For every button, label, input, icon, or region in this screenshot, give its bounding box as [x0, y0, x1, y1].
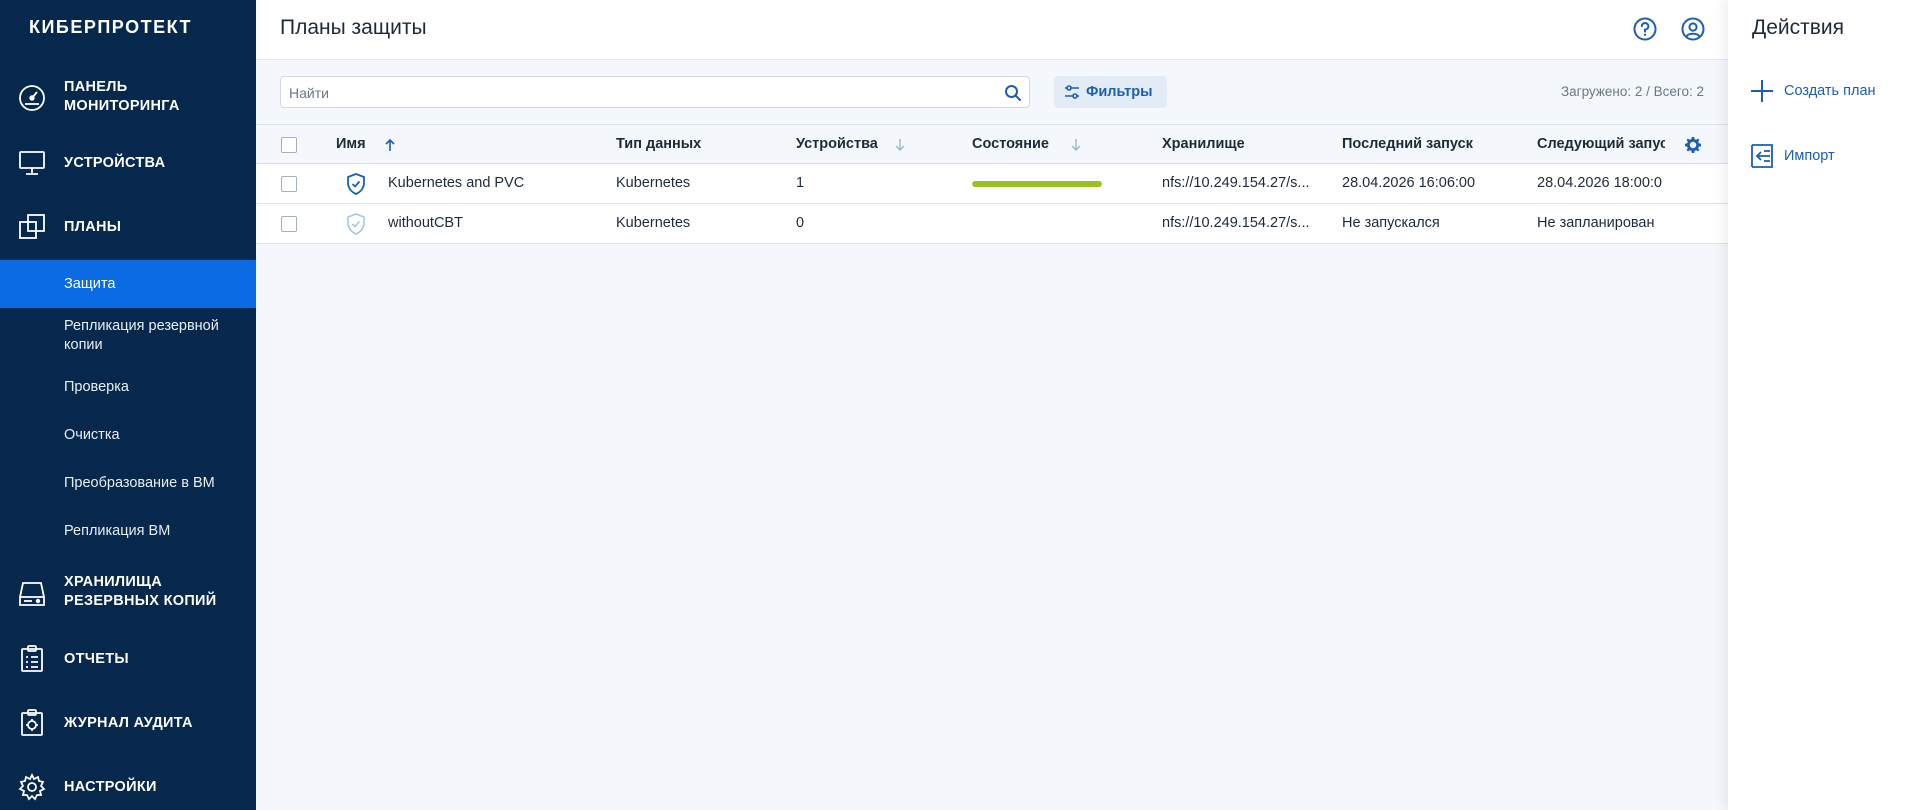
sort-asc-icon[interactable]	[384, 138, 396, 152]
table-row[interactable]: withoutCBT Kubernetes 0 nfs://10.249.154…	[256, 204, 1728, 244]
import-button[interactable]: Импорт	[1748, 142, 1918, 170]
sidebar-sub-backup-replication[interactable]: Репликация резервной копии	[0, 312, 256, 360]
search-icon[interactable]	[1003, 83, 1023, 103]
filters-button[interactable]: Фильтры	[1054, 76, 1167, 108]
nav-plans[interactable]: ПЛАНЫ	[0, 211, 256, 243]
cell-devices: 0	[796, 215, 805, 231]
gear-icon	[16, 771, 48, 803]
filters-label: Фильтры	[1086, 84, 1153, 100]
plus-icon	[1748, 77, 1776, 105]
cell-next-run: Не запланирован	[1537, 215, 1655, 231]
table-header: Имя Тип данных Устройства Состояние Хран…	[256, 124, 1728, 164]
cell-name[interactable]: Kubernetes and PVC	[388, 175, 524, 191]
state-progress-fill	[972, 181, 1102, 187]
cell-last-run: Не запускался	[1342, 215, 1440, 231]
import-icon	[1748, 142, 1776, 170]
search-box	[280, 76, 1030, 108]
cell-devices: 1	[796, 175, 805, 191]
dashboard-gauge-icon	[16, 81, 48, 113]
cell-storage: nfs://10.249.154.27/s...	[1162, 175, 1310, 191]
import-label: Импорт	[1784, 148, 1835, 164]
nav-audit-log-label: ЖУРНАЛ АУДИТА	[64, 715, 193, 731]
sidebar: КИБЕРПРОТЕКТ ПАНЕЛЬ МОНИТОРИНГА УСТРОЙСТ…	[0, 0, 256, 810]
sidebar-sub-convert-vm[interactable]: Преобразование в ВМ	[0, 468, 256, 500]
row-checkbox[interactable]	[281, 176, 297, 192]
nav-reports-label: ОТЧЕТЫ	[64, 651, 129, 667]
shield-check-icon	[344, 172, 368, 196]
sidebar-sub-cleanup[interactable]: Очистка	[0, 420, 256, 452]
cell-next-run: 28.04.2026 18:00:0	[1537, 175, 1662, 191]
help-icon[interactable]	[1632, 16, 1658, 42]
column-header-data-type[interactable]: Тип данных	[616, 136, 701, 152]
user-account-icon[interactable]	[1680, 16, 1706, 42]
search-input[interactable]	[289, 82, 989, 104]
create-plan-label: Создать план	[1784, 83, 1876, 99]
nav-settings-label: НАСТРОЙКИ	[64, 779, 157, 795]
sidebar-sub-label: Репликация ВМ	[64, 523, 171, 539]
sidebar-sub-vm-replication[interactable]: Репликация ВМ	[0, 516, 256, 548]
logo: КИБЕРПРОТЕКТ	[29, 17, 193, 37]
sidebar-sub-protection[interactable]: Защита	[0, 260, 256, 308]
column-header-last-run[interactable]: Последний запуск	[1342, 136, 1473, 152]
cell-storage: nfs://10.249.154.27/s...	[1162, 215, 1310, 231]
column-header-name[interactable]: Имя	[336, 136, 366, 152]
actions-title: Действия	[1752, 16, 1845, 39]
audit-log-icon	[16, 707, 48, 739]
page-title: Планы защиты	[280, 16, 427, 39]
sidebar-sub-label: Проверка	[64, 379, 129, 395]
nav-plans-label: ПЛАНЫ	[64, 219, 122, 235]
column-header-next-run[interactable]: Следующий запус	[1537, 136, 1665, 152]
loaded-count: Загружено: 2 / Всего: 2	[1560, 84, 1704, 99]
column-header-devices[interactable]: Устройства	[796, 136, 878, 152]
storage-drive-icon	[16, 578, 48, 610]
table-row[interactable]: Kubernetes and PVC Kubernetes 1 nfs://10…	[256, 164, 1728, 204]
sidebar-sub-label: Репликация резервной копии	[64, 318, 219, 353]
cell-name[interactable]: withoutCBT	[388, 215, 463, 231]
shield-check-icon	[344, 212, 368, 236]
cell-data-type: Kubernetes	[616, 215, 691, 231]
nav-devices[interactable]: УСТРОЙСТВА	[0, 147, 256, 179]
cell-last-run: 28.04.2026 16:06:00	[1342, 175, 1476, 191]
sidebar-sub-validation[interactable]: Проверка	[0, 372, 256, 404]
sort-desc-icon[interactable]	[894, 138, 906, 152]
row-checkbox[interactable]	[281, 216, 297, 232]
sidebar-sub-label: Преобразование в ВМ	[64, 475, 215, 491]
nav-backup-storage-label: ХРАНИЛИЩА РЕЗЕРВНЫХ КОПИЙ	[64, 574, 217, 609]
state-progress-bar	[972, 181, 1102, 187]
nav-backup-storage[interactable]: ХРАНИЛИЩА РЕЗЕРВНЫХ КОПИЙ	[0, 571, 256, 617]
select-all-checkbox[interactable]	[281, 137, 297, 153]
actions-panel: Действия Создать план Импорт	[1728, 0, 1918, 810]
column-settings-gear-icon[interactable]	[1684, 136, 1702, 154]
nav-audit-log[interactable]: ЖУРНАЛ АУДИТА	[0, 707, 256, 739]
plans-icon	[16, 211, 48, 243]
nav-reports[interactable]: ОТЧЕТЫ	[0, 643, 256, 675]
sort-desc-icon[interactable]	[1070, 138, 1082, 152]
nav-dashboard[interactable]: ПАНЕЛЬ МОНИТОРИНГА	[0, 74, 256, 120]
filter-sliders-icon	[1064, 84, 1080, 105]
main-header: Планы защиты	[256, 0, 1728, 60]
column-header-state[interactable]: Состояние	[972, 136, 1049, 152]
nav-devices-label: УСТРОЙСТВА	[64, 155, 166, 171]
report-clipboard-icon	[16, 643, 48, 675]
create-plan-button[interactable]: Создать план	[1748, 77, 1918, 105]
sidebar-sub-label: Защита	[64, 276, 116, 292]
monitor-icon	[16, 147, 48, 179]
column-header-storage[interactable]: Хранилище	[1162, 136, 1245, 152]
sidebar-sub-label: Очистка	[64, 427, 120, 443]
nav-settings[interactable]: НАСТРОЙКИ	[0, 771, 256, 803]
nav-dashboard-label: ПАНЕЛЬ МОНИТОРИНГА	[64, 79, 180, 114]
cell-data-type: Kubernetes	[616, 175, 691, 191]
